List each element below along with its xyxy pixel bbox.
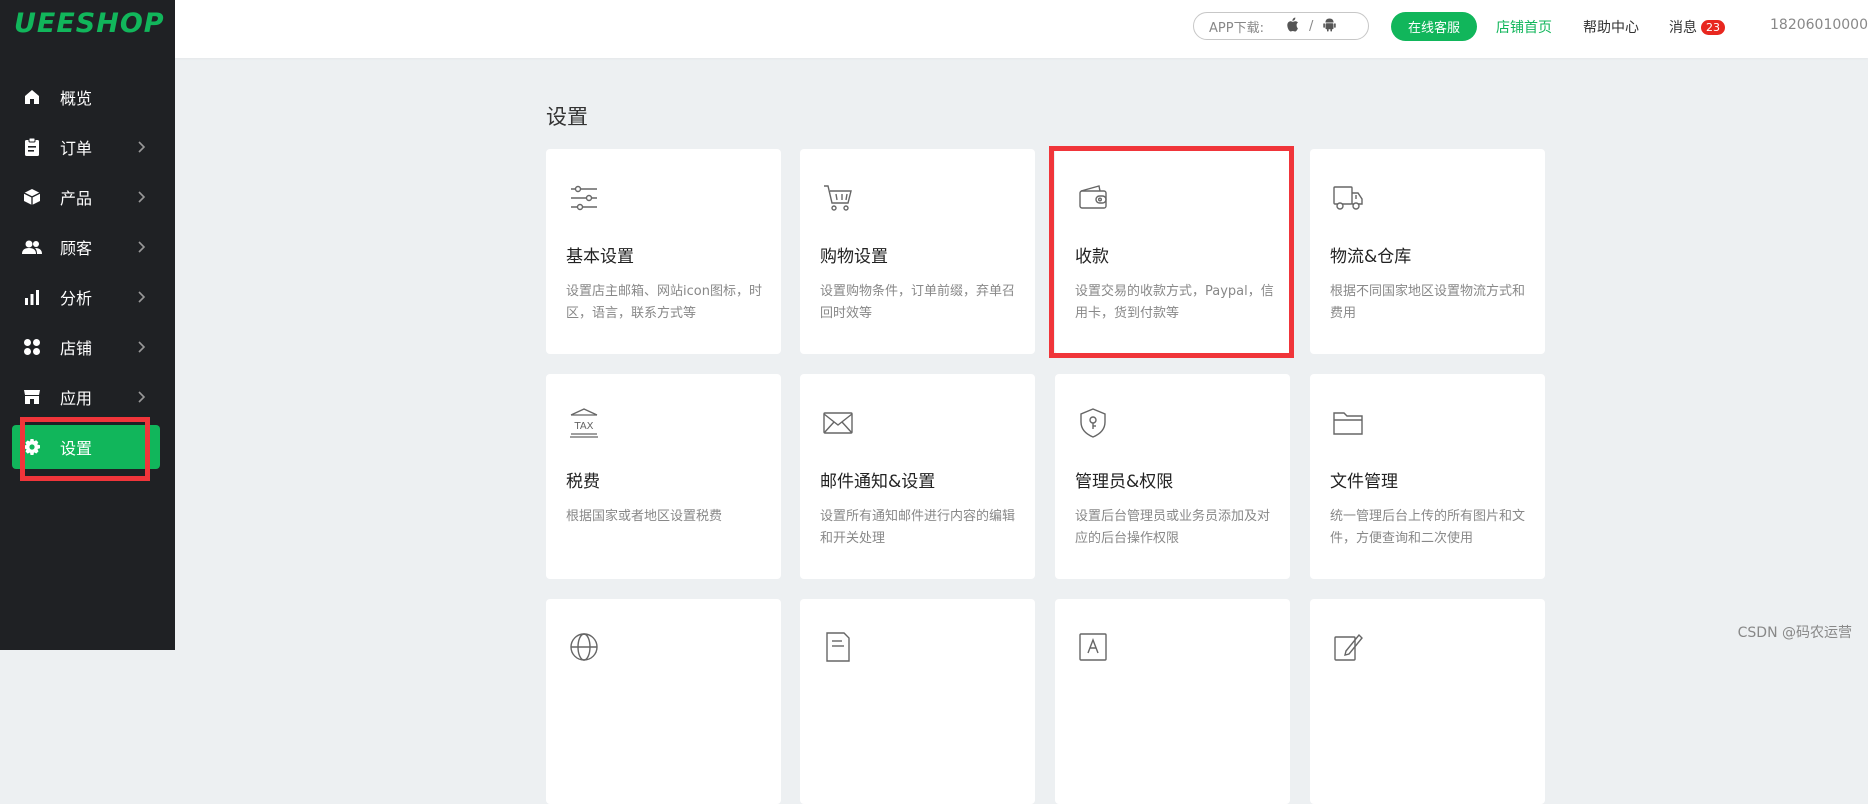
card-description: 设置交易的收款方式，Paypal，信用卡，货到付款等 — [1075, 284, 1274, 321]
sidebar-item-customers[interactable]: 顾客 — [12, 225, 160, 269]
sidebar-item-label: 顾客 — [60, 239, 93, 258]
shield-key-icon — [1077, 407, 1109, 439]
online-service-button[interactable]: 在线客服 — [1391, 12, 1477, 41]
sidebar: UEESHOP 概览 订单 产品 顾客 分析 店铺 应用 设置 — [0, 0, 175, 650]
logo[interactable]: UEESHOP — [14, 8, 165, 39]
mail-icon — [822, 407, 854, 439]
users-icon — [22, 237, 42, 257]
sidebar-item-overview[interactable]: 概览 — [12, 75, 160, 119]
card-description: 设置后台管理员或业务员添加及对应的后台操作权限 — [1075, 509, 1271, 546]
app-separator: / — [1308, 18, 1314, 34]
clipboard-icon — [22, 137, 42, 157]
chevron-right-icon — [137, 389, 146, 408]
app-store-icon — [22, 387, 42, 407]
card-description: 根据不同国家地区设置物流方式和费用 — [1330, 284, 1526, 321]
sliders-icon — [568, 182, 600, 214]
sidebar-item-label: 产品 — [60, 189, 93, 208]
sidebar-item-store[interactable]: 店铺 — [12, 325, 160, 369]
watermark: CSDN @码农运营 — [1737, 625, 1852, 641]
card-description: 根据国家或者地区设置税费 — [566, 509, 723, 524]
sidebar-item-label: 应用 — [60, 389, 93, 408]
folder-icon — [1332, 407, 1364, 439]
truck-icon — [1332, 182, 1364, 214]
message-count-badge: 23 — [1701, 20, 1725, 35]
user-account[interactable]: 18206010000 — [1770, 17, 1868, 33]
cart-icon — [822, 182, 854, 214]
chevron-right-icon — [137, 289, 146, 308]
gear-icon — [22, 437, 42, 457]
card-shopping-settings[interactable]: 购物设置 设置购物条件，订单前缀，弃单召回时效等 — [800, 149, 1035, 354]
app-download-label: APP下载: — [1209, 20, 1264, 36]
store-grid-icon — [22, 337, 42, 357]
globe-icon — [568, 631, 600, 663]
card-description: 设置所有通知邮件进行内容的编辑和开关处理 — [820, 509, 1016, 546]
chevron-right-icon — [137, 239, 146, 258]
card-documents[interactable] — [800, 599, 1035, 804]
sidebar-item-label: 订单 — [60, 139, 93, 158]
page-title: 设置 — [546, 105, 588, 129]
edit-icon — [1332, 631, 1364, 663]
chevron-right-icon — [137, 339, 146, 358]
sidebar-item-label: 店铺 — [60, 339, 93, 358]
card-edit[interactable] — [1310, 599, 1545, 804]
card-title: 收款 — [1075, 247, 1109, 267]
card-description: 设置店主邮箱、网站icon图标，时区，语言，联系方式等 — [566, 284, 762, 321]
bar-chart-icon — [22, 287, 42, 307]
messages-label: 消息 — [1669, 20, 1697, 36]
card-title: 税费 — [566, 472, 600, 492]
card-admin-permissions[interactable]: 管理员&权限 设置后台管理员或业务员添加及对应的后台操作权限 — [1055, 374, 1290, 579]
box-icon — [22, 187, 42, 207]
android-icon[interactable] — [1323, 17, 1337, 36]
card-title: 物流&仓库 — [1330, 247, 1412, 267]
card-title: 基本设置 — [566, 247, 634, 267]
document-icon — [822, 631, 854, 663]
card-title: 邮件通知&设置 — [820, 472, 936, 492]
messages-link[interactable]: 消息 23 — [1669, 17, 1725, 37]
card-description: 统一管理后台上传的所有图片和文件，方便查询和二次使用 — [1330, 509, 1526, 546]
sidebar-item-label: 分析 — [60, 289, 93, 308]
chevron-right-icon — [137, 189, 146, 208]
sidebar-item-analytics[interactable]: 分析 — [12, 275, 160, 319]
home-icon — [22, 87, 42, 107]
card-title: 购物设置 — [820, 247, 888, 267]
card-language[interactable] — [546, 599, 781, 804]
apple-icon[interactable] — [1286, 17, 1299, 36]
sidebar-item-label: 设置 — [60, 439, 93, 458]
app-download[interactable]: APP下载: / — [1193, 12, 1369, 40]
sidebar-item-apps[interactable]: 应用 — [12, 375, 160, 419]
card-title: 管理员&权限 — [1075, 472, 1174, 492]
tax-icon: TAX — [568, 407, 600, 439]
card-description: 设置购物条件，订单前缀，弃单召回时效等 — [820, 284, 1016, 321]
sidebar-item-label: 概览 — [60, 89, 93, 108]
help-center-link[interactable]: 帮助中心 — [1583, 17, 1639, 37]
svg-text:TAX: TAX — [573, 421, 593, 432]
card-email-notifications[interactable]: 邮件通知&设置 设置所有通知邮件进行内容的编辑和开关处理 — [800, 374, 1035, 579]
card-logistics-warehouse[interactable]: 物流&仓库 根据不同国家地区设置物流方式和费用 — [1310, 149, 1545, 354]
sidebar-item-settings[interactable]: 设置 — [12, 425, 160, 469]
card-basic-settings[interactable]: 基本设置 设置店主邮箱、网站icon图标，时区，语言，联系方式等 — [546, 149, 781, 354]
sidebar-item-orders[interactable]: 订单 — [12, 125, 160, 169]
card-text-frame[interactable] — [1055, 599, 1290, 804]
text-frame-icon — [1077, 631, 1109, 663]
card-tax[interactable]: TAX 税费 根据国家或者地区设置税费 — [546, 374, 781, 579]
card-file-management[interactable]: 文件管理 统一管理后台上传的所有图片和文件，方便查询和二次使用 — [1310, 374, 1545, 579]
card-title: 文件管理 — [1330, 472, 1398, 492]
wallet-icon — [1077, 182, 1109, 214]
store-home-link[interactable]: 店铺首页 — [1496, 17, 1552, 37]
chevron-right-icon — [137, 139, 146, 158]
card-payment[interactable]: 收款 设置交易的收款方式，Paypal，信用卡，货到付款等 — [1055, 149, 1290, 354]
sidebar-item-products[interactable]: 产品 — [12, 175, 160, 219]
